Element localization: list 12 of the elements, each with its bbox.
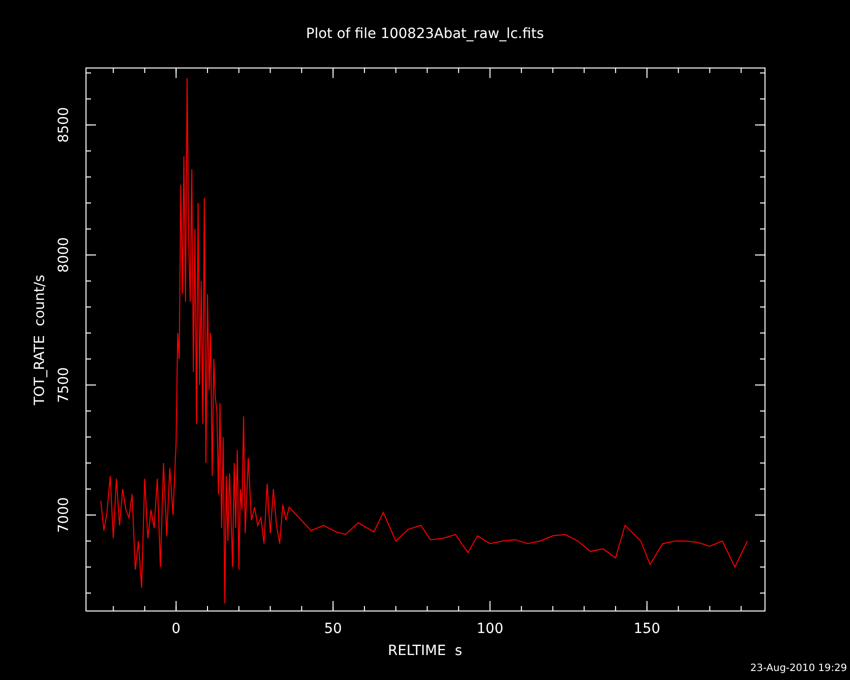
axis-title: TOT_RATE count/s [32, 274, 48, 406]
tick-label: 150 [634, 621, 660, 637]
tick-label: 50 [324, 621, 342, 637]
tick-label: 7500 [56, 367, 72, 403]
tick-label: 0 [172, 621, 181, 637]
timestamp: 23-Aug-2010 19:29 [750, 663, 847, 674]
tick-label: 7000 [56, 497, 72, 533]
chart-title: Plot of file 100823Abat_raw_lc.fits [306, 26, 544, 42]
tick-label: 100 [476, 621, 504, 637]
tick-label: 8000 [56, 237, 72, 273]
axis-title: RELTIME s [388, 643, 462, 659]
tick-label: 8500 [56, 107, 72, 143]
